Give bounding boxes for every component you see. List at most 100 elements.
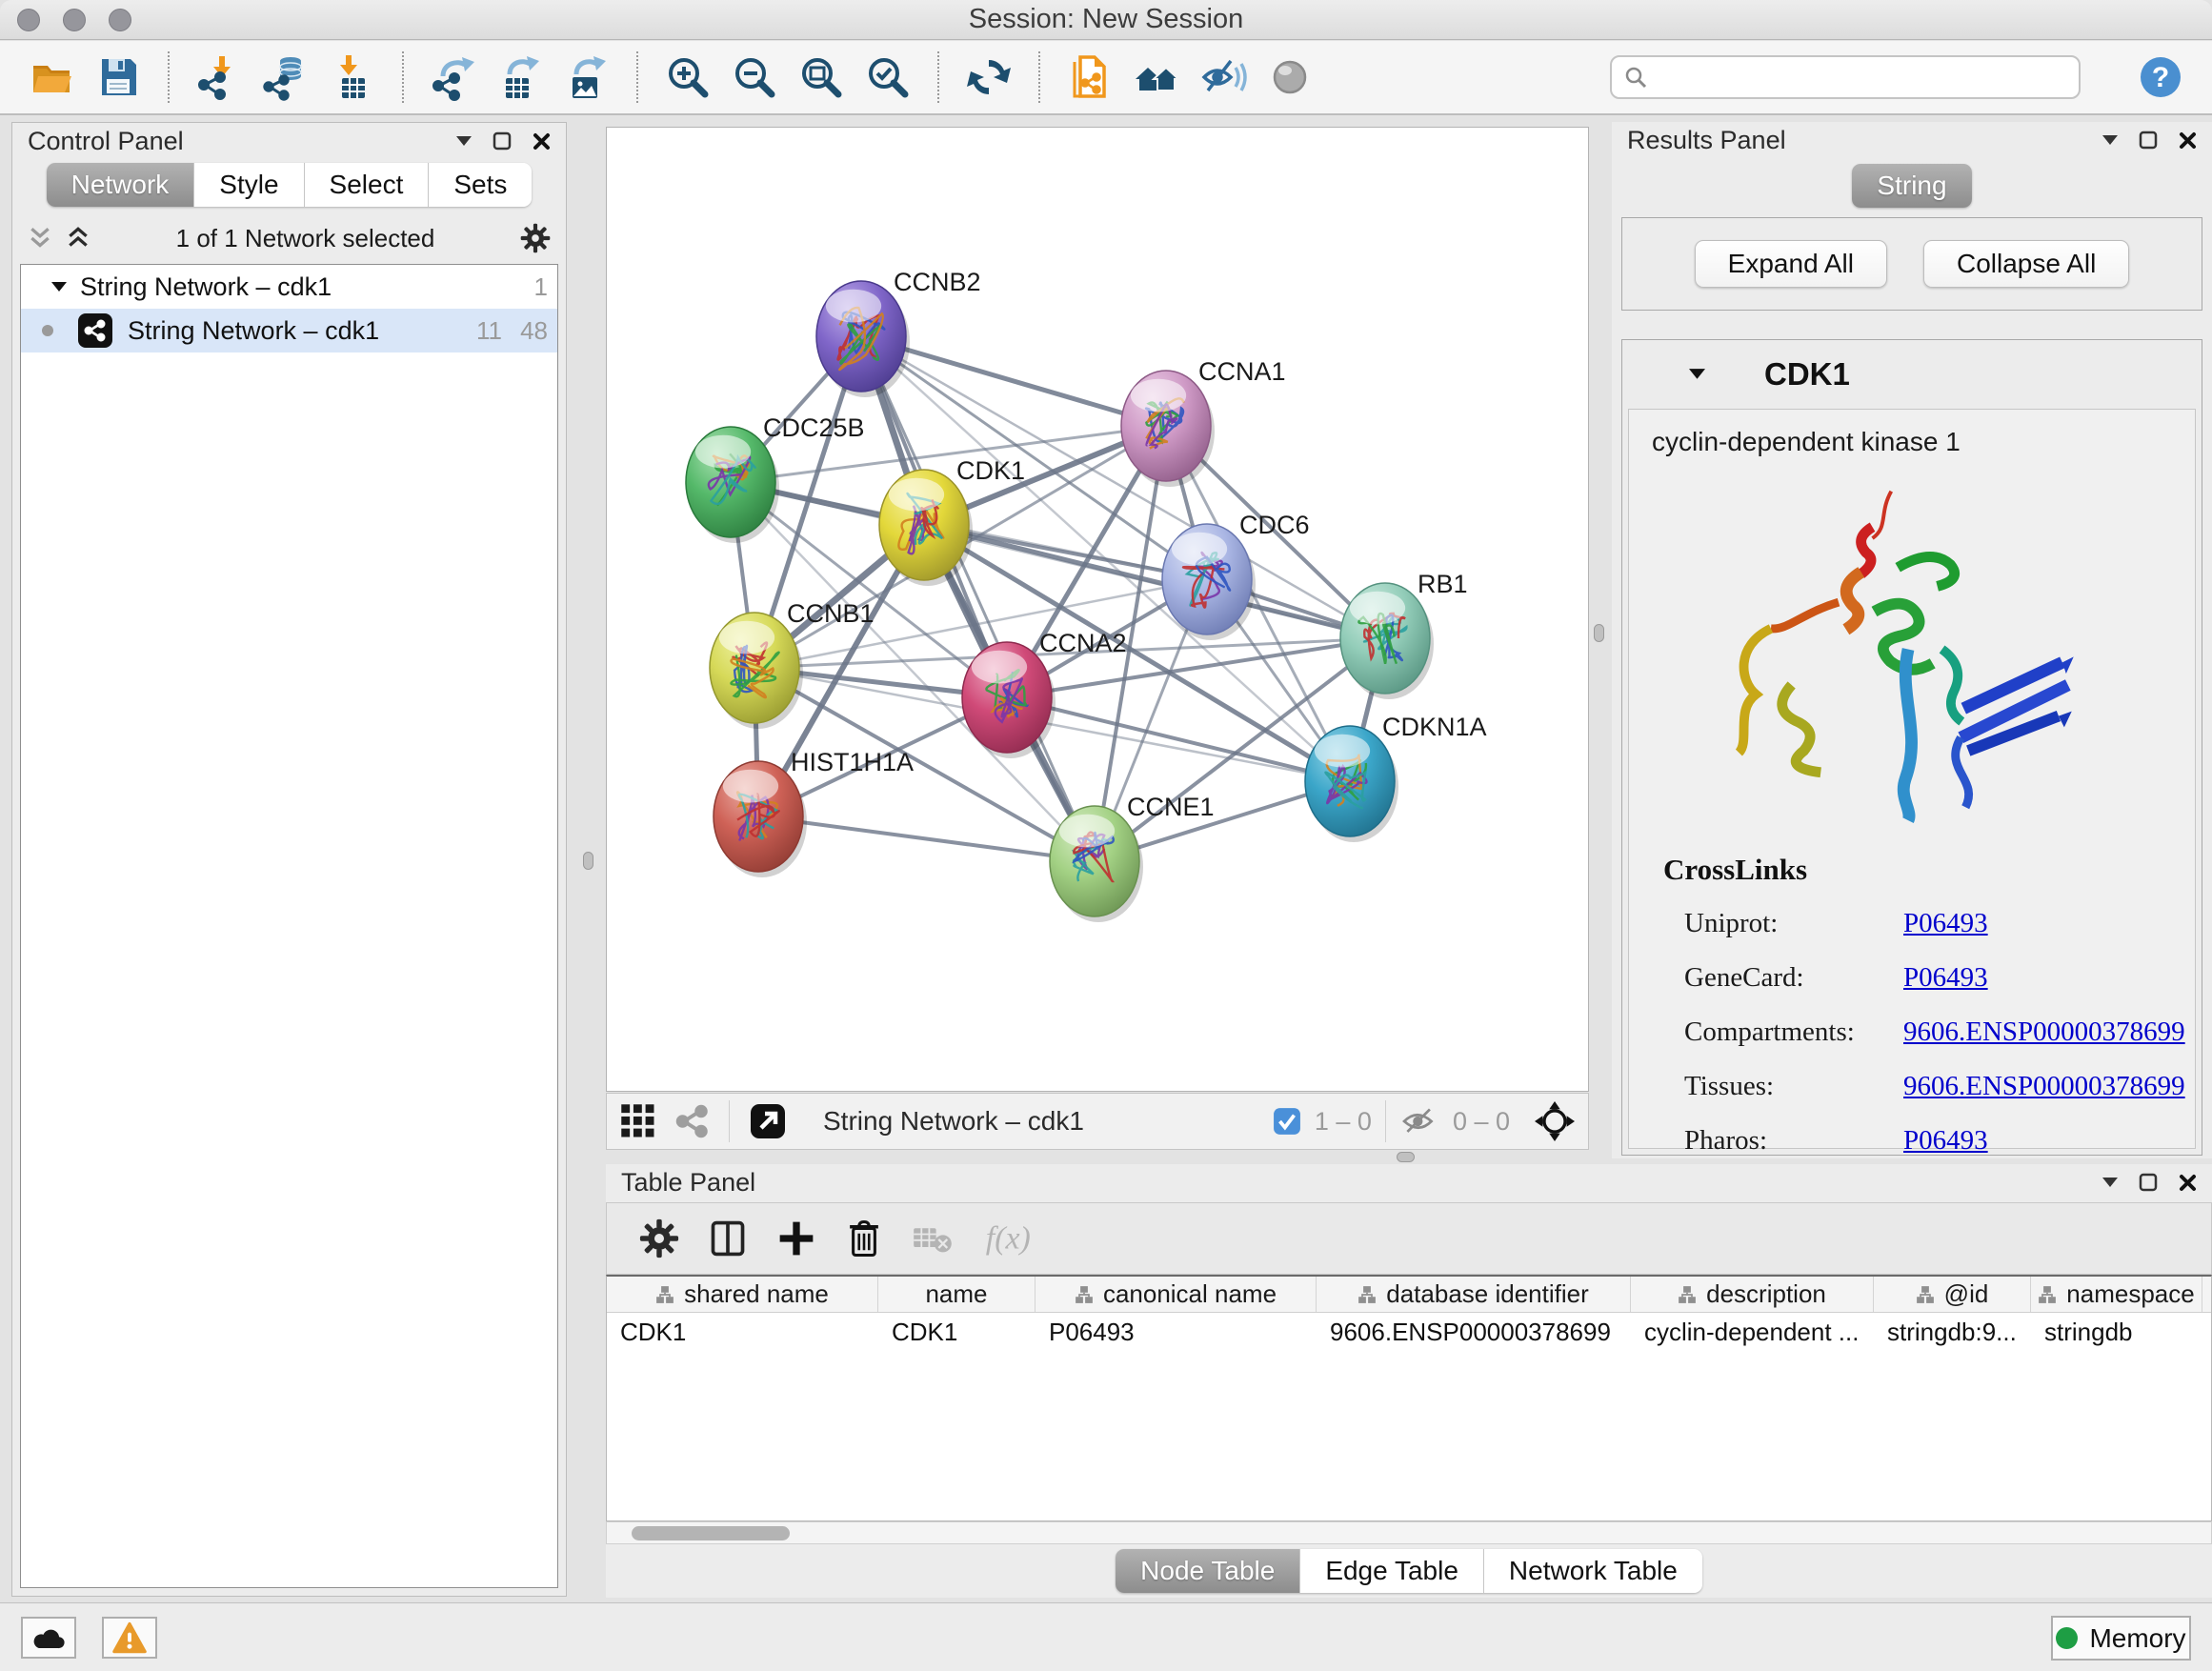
- save-session-button[interactable]: [91, 50, 145, 105]
- network-row[interactable]: String Network – cdk1 11 48: [21, 309, 557, 352]
- tab-network[interactable]: Network: [47, 163, 195, 207]
- column-header-namespace[interactable]: namespace: [2031, 1277, 2202, 1312]
- delete-column-icon[interactable]: [845, 1218, 883, 1258]
- table-cell[interactable]: cyclin-dependent ...: [1631, 1313, 1874, 1351]
- scrollbar-thumb[interactable]: [632, 1526, 790, 1540]
- float-panel-icon[interactable]: [2139, 131, 2158, 150]
- tab-style[interactable]: Style: [194, 163, 304, 207]
- tab-sets[interactable]: Sets: [429, 163, 532, 207]
- tab-string[interactable]: String: [1852, 164, 1971, 208]
- table-cell[interactable]: 9606.ENSP00000378699: [1317, 1313, 1631, 1351]
- close-panel-icon[interactable]: [2179, 131, 2197, 150]
- column-header-canonical-name[interactable]: canonical name: [1036, 1277, 1317, 1312]
- crosslink-link[interactable]: P06493: [1903, 1125, 1988, 1157]
- node-CCNA1[interactable]: [1121, 371, 1215, 487]
- collapse-all-button[interactable]: Collapse All: [1923, 240, 2129, 288]
- tab-edge-table[interactable]: Edge Table: [1300, 1549, 1484, 1593]
- crosslink-link[interactable]: P06493: [1903, 908, 1988, 939]
- export-image-button[interactable]: [560, 50, 613, 105]
- import-network-from-file-button[interactable]: [192, 50, 246, 105]
- export-network-button[interactable]: [427, 50, 480, 105]
- tab-select[interactable]: Select: [305, 163, 430, 207]
- expand-collapse-bar: Expand All Collapse All: [1621, 217, 2202, 311]
- help-button[interactable]: ?: [2134, 50, 2187, 105]
- warnings-button[interactable]: [102, 1617, 157, 1659]
- node-RB1[interactable]: [1340, 583, 1434, 699]
- birdseye-grid-icon[interactable]: [620, 1103, 656, 1139]
- zoom-in-button[interactable]: [661, 50, 714, 105]
- selected-checkbox-icon[interactable]: [1273, 1107, 1301, 1136]
- panel-menu-icon[interactable]: [2102, 135, 2118, 146]
- column-header-description[interactable]: description: [1631, 1277, 1874, 1312]
- memory-button[interactable]: Memory: [2051, 1616, 2191, 1661]
- table-row[interactable]: CDK1CDK1P064939606.ENSP00000378699cyclin…: [607, 1313, 2211, 1351]
- network-collection-row[interactable]: String Network – cdk1 1: [21, 265, 557, 309]
- show-columns-icon[interactable]: [708, 1218, 748, 1258]
- string-import-button[interactable]: [1063, 50, 1116, 105]
- table-cell[interactable]: CDK1: [607, 1313, 878, 1351]
- float-panel-icon[interactable]: [493, 131, 512, 151]
- table-options-gear-icon[interactable]: [639, 1218, 679, 1258]
- refresh-button[interactable]: [962, 50, 1016, 105]
- network-options-gear-icon[interactable]: [520, 223, 551, 253]
- import-network-from-database-button[interactable]: [259, 50, 312, 105]
- node-CDK1[interactable]: [879, 470, 973, 586]
- zoom-selected-button[interactable]: [861, 50, 915, 105]
- add-column-icon[interactable]: [776, 1218, 816, 1258]
- network-view-canvas[interactable]: CCNB2CCNA1CDC25BCDK1CDC6RB1CCNB1CCNA2CDK…: [606, 127, 1589, 1092]
- table-cell[interactable]: CDK1: [878, 1313, 1036, 1351]
- hide-glass-eye-button[interactable]: [1196, 50, 1250, 105]
- column-header--id[interactable]: @id: [1874, 1277, 2031, 1312]
- tab-network-table[interactable]: Network Table: [1484, 1549, 1702, 1593]
- column-header-name[interactable]: name: [878, 1277, 1036, 1312]
- zoom-fit-button[interactable]: [794, 50, 848, 105]
- expand-all-icon[interactable]: [66, 226, 90, 251]
- fit-crosshair-icon[interactable]: [1535, 1101, 1575, 1141]
- node-CDKN1A[interactable]: [1305, 726, 1398, 842]
- crosslink-link[interactable]: P06493: [1903, 962, 1988, 994]
- collapse-all-icon[interactable]: [28, 226, 52, 251]
- string-document-icon: [1066, 53, 1114, 101]
- panel-menu-icon[interactable]: [2102, 1178, 2118, 1188]
- table-cell[interactable]: P06493: [1036, 1313, 1317, 1351]
- tree-expander-icon[interactable]: [51, 282, 67, 292]
- edge-HIST1H1A-CCNE1[interactable]: [758, 816, 1095, 861]
- network-share-icon[interactable]: [675, 1104, 710, 1138]
- node-CCNB2[interactable]: [816, 281, 910, 397]
- vertical-splitter-handle[interactable]: [1594, 624, 1604, 642]
- expand-all-button[interactable]: Expand All: [1695, 240, 1887, 288]
- crosslink-link[interactable]: 9606.ENSP00000378699: [1903, 1071, 2185, 1102]
- crosslink-link[interactable]: 9606.ENSP00000378699: [1903, 1017, 2185, 1048]
- open-session-button[interactable]: [25, 50, 78, 105]
- column-header-shared-name[interactable]: shared name: [607, 1277, 878, 1312]
- node-CCNE1[interactable]: [1050, 806, 1143, 922]
- status-bar: Memory: [0, 1602, 2212, 1671]
- horizontal-splitter-handle[interactable]: [1397, 1152, 1415, 1162]
- table-cell[interactable]: stringdb:9...: [1874, 1313, 2031, 1351]
- table-cell[interactable]: stringdb: [2031, 1313, 2202, 1351]
- node-CCNB1[interactable]: [710, 613, 803, 729]
- node-CCNA2[interactable]: [962, 642, 1056, 758]
- node-table-grid[interactable]: shared namenamecanonical namedatabase id…: [606, 1275, 2212, 1521]
- toolbar-separator: [1385, 1100, 1386, 1142]
- table-horizontal-scrollbar[interactable]: [606, 1521, 2212, 1544]
- panel-menu-icon[interactable]: [456, 136, 472, 147]
- node-HIST1H1A[interactable]: [714, 761, 807, 877]
- import-table-button[interactable]: [326, 50, 379, 105]
- cloud-status-button[interactable]: [21, 1617, 76, 1659]
- tab-node-table[interactable]: Node Table: [1116, 1549, 1300, 1593]
- zoom-out-button[interactable]: [728, 50, 781, 105]
- left-splitter-handle[interactable]: [583, 852, 593, 870]
- string-home-button[interactable]: [1130, 50, 1183, 105]
- export-table-button[interactable]: [493, 50, 547, 105]
- gene-expander-icon[interactable]: [1689, 369, 1705, 380]
- edge-CCNB2-CCNE1[interactable]: [861, 336, 1095, 861]
- string-network-graph[interactable]: CCNB2CCNA1CDC25BCDK1CDC6RB1CCNB1CCNA2CDK…: [607, 128, 1588, 1091]
- search-input[interactable]: [1656, 63, 2067, 92]
- open-in-window-icon[interactable]: [749, 1102, 787, 1140]
- float-panel-icon[interactable]: [2139, 1173, 2158, 1192]
- close-panel-icon[interactable]: [533, 132, 551, 151]
- column-header-database-identifier[interactable]: database identifier: [1317, 1277, 1631, 1312]
- glass-ball-button[interactable]: [1263, 50, 1317, 105]
- close-panel-icon[interactable]: [2179, 1174, 2197, 1192]
